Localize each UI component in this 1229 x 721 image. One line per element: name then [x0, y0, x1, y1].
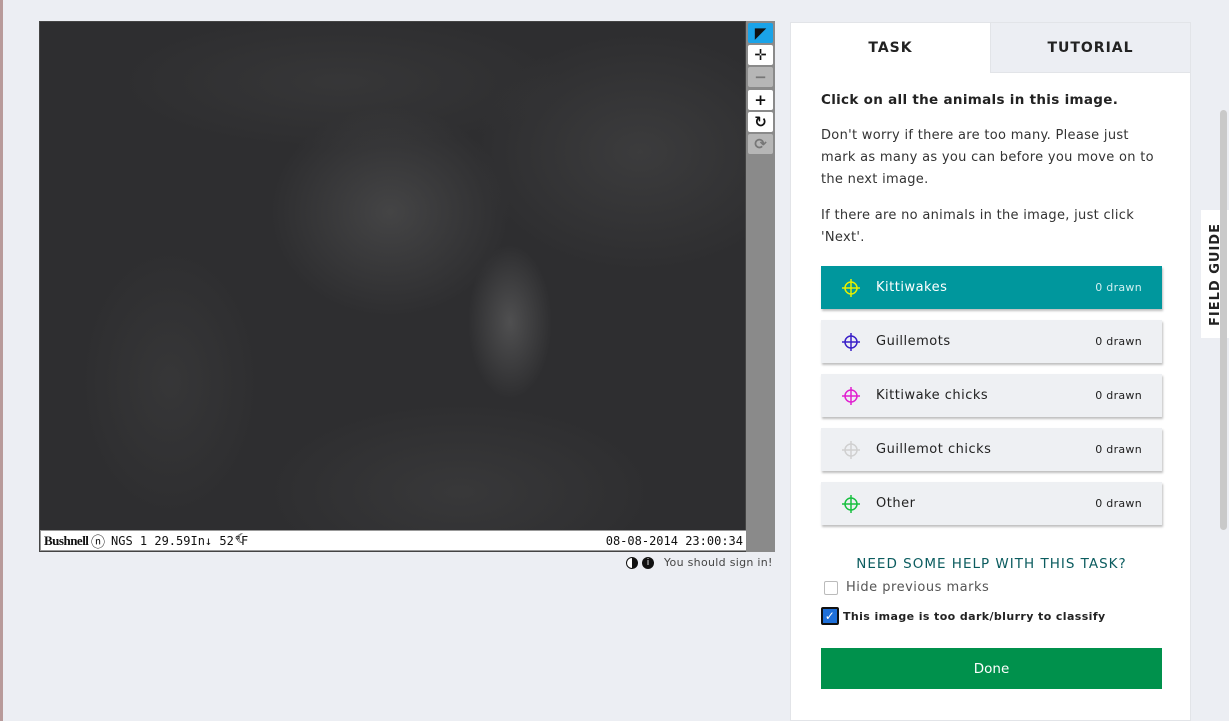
- camera-timestamp: 08-08-2014 23:00:34: [605, 534, 743, 548]
- choice-count: 0 drawn: [1095, 443, 1142, 456]
- pointer-icon: ◤: [754, 24, 767, 42]
- crosshair-icon: [842, 278, 860, 297]
- minus-icon: −: [754, 68, 767, 86]
- image-toolbar: ◤ ✛ − + ↻ ⟳: [746, 21, 775, 552]
- crosshair-icon: [842, 332, 860, 351]
- choice-label: Guillemots: [876, 334, 951, 349]
- tab-tutorial[interactable]: TUTORIAL: [990, 23, 1190, 73]
- panel-tabs: TASK TUTORIAL: [791, 23, 1190, 73]
- choice-kittiwakes[interactable]: Kittiwakes 0 drawn: [821, 266, 1162, 309]
- choice-kittiwake-chicks[interactable]: Kittiwake chicks 0 drawn: [821, 374, 1162, 417]
- rotate-tool[interactable]: ↻: [748, 112, 773, 132]
- choice-count: 0 drawn: [1095, 335, 1142, 348]
- pan-tool[interactable]: ✛: [748, 45, 773, 65]
- scrollbar[interactable]: [1220, 110, 1227, 530]
- choice-label: Guillemot chicks: [876, 442, 992, 457]
- info-icon[interactable]: i: [642, 556, 654, 569]
- task-instructions-2: If there are no animals in the image, ju…: [821, 208, 1135, 245]
- crosshair-icon: [842, 386, 860, 405]
- zoom-out-tool[interactable]: −: [748, 67, 773, 87]
- crosshair-icon: [842, 440, 860, 459]
- subject-image[interactable]: Bushnell ⓝ NGS 1 29.59In↓ 52°F ☾ 08-08-2…: [39, 21, 747, 552]
- camera-icon: ⓝ: [91, 535, 105, 551]
- too-dark-label: This image is too dark/blurry to classif…: [843, 609, 1106, 623]
- tab-task[interactable]: TASK: [791, 23, 990, 73]
- pointer-tool[interactable]: ◤: [748, 23, 773, 43]
- choice-count: 0 drawn: [1095, 497, 1142, 510]
- task-instructions-1: Don't worry if there are too many. Pleas…: [821, 128, 1154, 187]
- choice-label: Kittiwakes: [876, 280, 948, 295]
- zoom-in-tool[interactable]: +: [748, 90, 773, 110]
- too-dark-toggle[interactable]: ✓ This image is too dark/blurry to class…: [821, 607, 1106, 625]
- choice-other[interactable]: Other 0 drawn: [821, 482, 1162, 525]
- done-button[interactable]: Done: [821, 648, 1162, 689]
- hide-marks-checkbox[interactable]: [824, 580, 838, 595]
- hide-marks-label: Hide previous marks: [846, 580, 990, 595]
- too-dark-checkbox[interactable]: ✓: [821, 607, 839, 625]
- window-edge: [0, 0, 3, 721]
- choice-label: Kittiwake chicks: [876, 388, 989, 403]
- plus-icon: +: [754, 91, 767, 109]
- crosshair-icon: [842, 494, 860, 513]
- choice-guillemot-chicks[interactable]: Guillemot chicks 0 drawn: [821, 428, 1162, 471]
- camera-info-strip: Bushnell ⓝ NGS 1 29.59In↓ 52°F ☾ 08-08-2…: [40, 530, 747, 551]
- choice-label: Other: [876, 496, 916, 511]
- task-question: Click on all the animals in this image.: [821, 92, 1119, 108]
- reset-tool[interactable]: ⟳: [748, 134, 773, 154]
- choice-guillemots[interactable]: Guillemots 0 drawn: [821, 320, 1162, 363]
- sign-in-prompt[interactable]: You should sign in!: [664, 556, 773, 569]
- choice-count: 0 drawn: [1095, 281, 1142, 294]
- viewer-footer: i You should sign in!: [626, 556, 773, 569]
- task-instructions: Click on all the animals in this image. …: [791, 89, 1190, 249]
- move-icon: ✛: [754, 46, 767, 64]
- task-panel: TASK TUTORIAL Click on all the animals i…: [790, 22, 1191, 721]
- rotate-icon: ↻: [754, 113, 767, 131]
- refresh-icon: ⟳: [754, 135, 767, 153]
- camera-brand: Bushnell: [44, 533, 89, 548]
- choice-count: 0 drawn: [1095, 389, 1142, 402]
- camera-meta: NGS 1 29.59In↓ 52°F: [111, 534, 249, 548]
- image-viewer: Bushnell ⓝ NGS 1 29.59In↓ 52°F ☾ 08-08-2…: [39, 21, 775, 552]
- help-link[interactable]: NEED SOME HELP WITH THIS TASK?: [791, 556, 1192, 572]
- tool-choices: Kittiwakes 0 drawn Guillemots 0 drawn Kittiw…: [821, 266, 1162, 536]
- invert-contrast-icon[interactable]: [626, 556, 638, 569]
- moon-phase-icon: ☾: [236, 532, 244, 547]
- hide-marks-toggle[interactable]: Hide previous marks: [824, 580, 989, 595]
